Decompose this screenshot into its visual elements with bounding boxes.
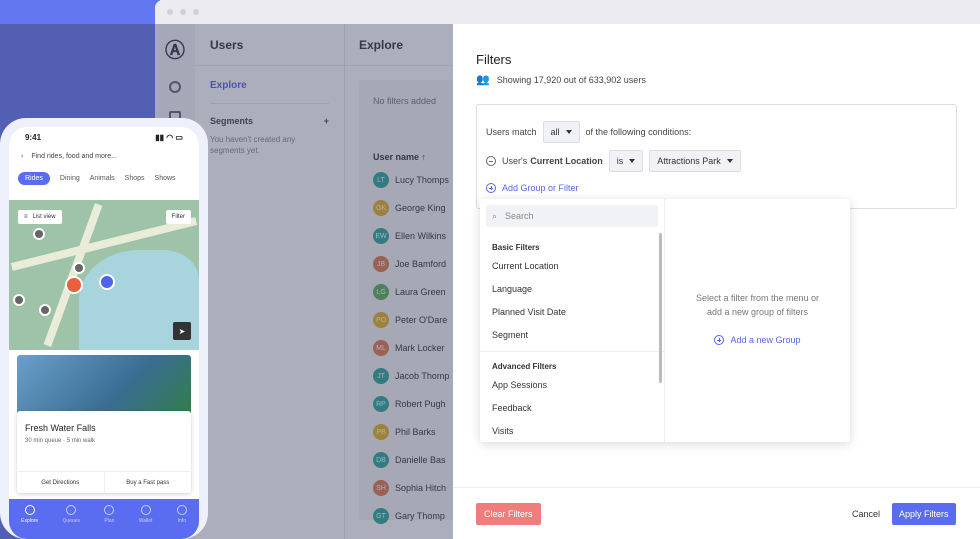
users-icon: 👥 xyxy=(476,74,490,86)
window-dot[interactable] xyxy=(193,9,199,15)
phone-screen: 9:41 ▮▮ ◠ ▭ ‹ Find rides, food and more.… xyxy=(9,127,199,539)
list-icon: ≡ xyxy=(24,214,28,220)
tab-icon xyxy=(24,505,35,515)
buy-fast-pass-button[interactable]: Buy a Fast pass xyxy=(103,472,192,493)
category-chips: Rides Dining Animals Shops Shows xyxy=(9,165,199,187)
plus-circle-icon xyxy=(486,183,496,193)
clear-filters-button[interactable]: Clear Filters xyxy=(476,503,541,525)
filters-drawer: Filters 👥 Showing 17,920 out of 633,902 … xyxy=(453,24,980,539)
basic-filters-header: Basic Filters xyxy=(492,243,540,252)
card-title: Fresh Water Falls xyxy=(25,423,96,433)
map-pin[interactable] xyxy=(13,294,25,306)
filter-menu-item[interactable]: Planned Visit Date xyxy=(480,298,664,321)
condition-row: User's Current Location is Attractions P… xyxy=(486,150,741,172)
category-chip[interactable]: Shops xyxy=(125,175,145,182)
condition-field: Current Location xyxy=(530,156,603,166)
card-subtitle: 30 min queue · 5 min walk xyxy=(25,438,96,444)
tab-icon xyxy=(140,505,151,515)
search-icon: ⌕ xyxy=(492,210,498,221)
get-directions-button[interactable]: Get Directions xyxy=(17,472,104,493)
value-select[interactable]: Attractions Park xyxy=(649,150,741,172)
footer-divider xyxy=(453,487,980,488)
apply-filters-button[interactable]: Apply Filters xyxy=(892,503,956,525)
filter-menu-item[interactable]: Feedback xyxy=(480,394,664,417)
filter-menu-item[interactable]: Language xyxy=(480,275,664,298)
phone-tab[interactable]: Queues xyxy=(62,505,80,524)
chevron-down-icon xyxy=(629,159,636,163)
showing-count: 👥 Showing 17,920 out of 633,902 users xyxy=(476,74,646,86)
phone-tab[interactable]: Plan xyxy=(104,505,114,524)
category-chip[interactable]: Rides xyxy=(18,172,50,185)
phone-tab-bar: Explore Queues Plan Wallet Info xyxy=(9,499,199,539)
chevron-down-icon xyxy=(726,159,733,163)
add-group-or-filter-button[interactable]: Add Group or Filter xyxy=(486,183,579,193)
phone-tab[interactable]: Explore xyxy=(21,505,38,524)
match-select[interactable]: all xyxy=(542,121,580,143)
filter-dropdown: ⌕ Search Basic Filters Current Location L… xyxy=(480,199,850,442)
scrollbar[interactable] xyxy=(659,233,662,383)
map-pin-current[interactable] xyxy=(99,274,115,290)
filter-menu-item[interactable]: Visits xyxy=(480,417,664,440)
map-filter-button[interactable]: Filter xyxy=(165,210,191,224)
filter-menu-item[interactable]: Current Location xyxy=(480,252,664,275)
tab-icon xyxy=(104,505,115,515)
chevron-down-icon xyxy=(565,130,572,134)
list-view-button[interactable]: ≡ List view xyxy=(18,210,62,224)
filters-title: Filters xyxy=(476,52,512,67)
navigate-icon[interactable]: ➤ xyxy=(173,322,191,340)
status-time: 9:41 xyxy=(25,132,42,142)
advanced-filters-header: Advanced Filters xyxy=(492,362,557,371)
filter-hint-panel: Select a filter from the menu or add a n… xyxy=(695,293,820,347)
add-new-group-button[interactable]: Add a new Group xyxy=(714,333,801,347)
phone-mockup: 9:41 ▮▮ ◠ ▭ ‹ Find rides, food and more.… xyxy=(0,118,208,539)
phone-tab[interactable]: Info xyxy=(176,505,187,524)
cancel-button[interactable]: Cancel xyxy=(852,509,880,519)
filter-menu: ⌕ Search Basic Filters Current Location L… xyxy=(480,199,665,442)
map-pin[interactable] xyxy=(39,304,51,316)
card-actions: Get Directions Buy a Fast pass xyxy=(17,471,191,493)
users-match-row: Users match all of the following conditi… xyxy=(486,121,691,143)
operator-select[interactable]: is xyxy=(608,150,644,172)
category-chip[interactable]: Shows xyxy=(155,175,176,182)
plus-circle-icon xyxy=(714,335,725,345)
filter-menu-item[interactable]: Segment xyxy=(480,321,664,344)
phone-tab[interactable]: Wallet xyxy=(139,505,152,524)
attraction-card[interactable]: Fresh Water Falls 30 min queue · 5 min w… xyxy=(17,411,191,493)
filter-menu-item[interactable]: App Sessions xyxy=(480,371,664,394)
window-dot[interactable] xyxy=(167,9,173,15)
map-pin-selected[interactable] xyxy=(65,276,83,294)
tab-icon xyxy=(66,505,77,515)
status-bar: 9:41 ▮▮ ◠ ▭ xyxy=(9,127,199,147)
remove-condition-icon[interactable] xyxy=(486,156,496,166)
window-dot[interactable] xyxy=(180,9,186,15)
category-chip[interactable]: Dining xyxy=(60,175,80,182)
title-bar xyxy=(155,0,980,24)
park-map[interactable]: ≡ List view Filter ➤ xyxy=(9,200,199,350)
map-pin[interactable] xyxy=(73,262,85,274)
attraction-photo xyxy=(17,355,191,415)
basic-filters-list: Current Location Language Planned Visit Da… xyxy=(480,252,664,344)
conditions-box: Users match all of the following conditi… xyxy=(476,104,957,209)
back-icon[interactable]: ‹ xyxy=(21,153,23,160)
advanced-filters-list: App Sessions Feedback Visits xyxy=(480,371,664,440)
battery-icon: ▮▮ ◠ ▭ xyxy=(155,132,183,142)
tab-icon xyxy=(176,505,187,515)
category-chip[interactable]: Animals xyxy=(90,175,115,182)
map-pin[interactable] xyxy=(33,228,45,240)
phone-search[interactable]: ‹ Find rides, food and more... xyxy=(9,147,199,165)
filter-search-input[interactable]: ⌕ Search xyxy=(486,205,658,227)
